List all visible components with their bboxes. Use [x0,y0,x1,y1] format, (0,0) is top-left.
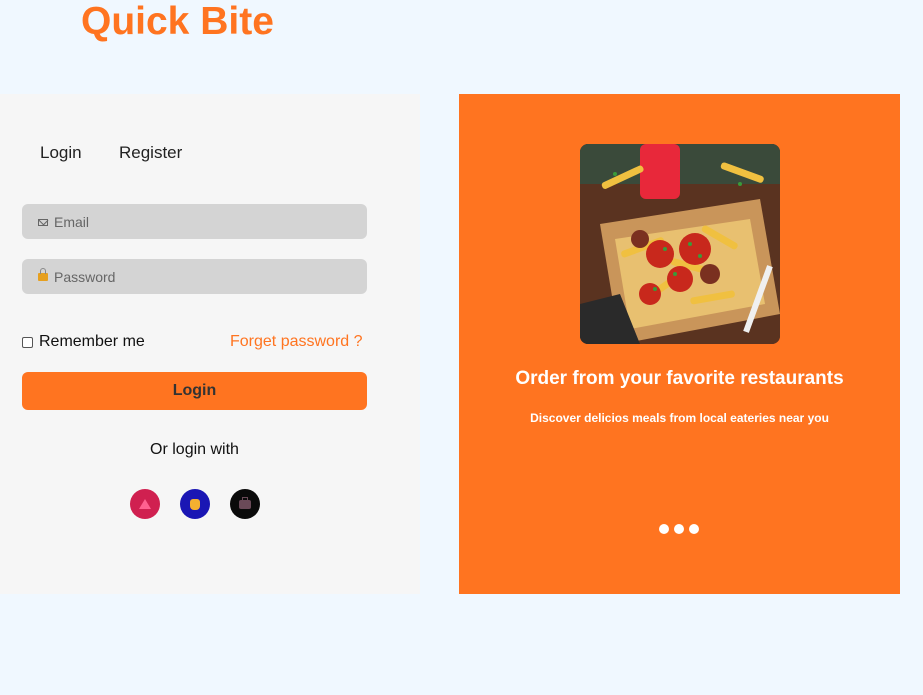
email-field[interactable]: Email [22,204,367,239]
brand-title: Quick Bite [81,0,274,43]
promo-subtitle: Discover delicios meals from local eater… [530,411,829,425]
carousel-dots [659,524,699,534]
page: Quick Bite Login Register Email Password… [0,0,923,695]
promo-panel: Order from your favorite restaurants Dis… [459,94,900,594]
login-button[interactable]: Login [22,372,367,410]
or-login-with-text: Or login with [150,441,239,458]
tab-login[interactable]: Login [40,143,82,163]
remember-me[interactable]: Remember me [22,333,145,351]
social-login-button-3[interactable] [230,489,260,519]
social-app-icon-1 [139,499,151,509]
email-placeholder: Email [54,213,90,230]
lock-icon [38,268,48,283]
remember-me-checkbox[interactable] [22,336,33,348]
password-field[interactable]: Password [22,259,367,294]
remember-me-label: Remember me [39,333,145,350]
social-login-button-1[interactable] [130,489,160,519]
briefcase-icon [239,496,251,509]
food-photo [580,144,780,344]
food-illustration [580,144,780,344]
thumbs-up-icon [190,498,200,510]
promo-title: Order from your favorite restaurants [515,368,844,389]
password-placeholder: Password [54,268,116,285]
tab-register[interactable]: Register [119,143,182,163]
login-card: Login Register Email Password Remember m… [0,94,420,594]
carousel-dot-3[interactable] [689,524,699,534]
carousel-dot-2[interactable] [674,524,684,534]
forget-password-link[interactable]: Forget password ? [230,333,363,351]
carousel-dot-1[interactable] [659,524,669,534]
mail-icon [38,216,48,228]
social-login-button-2[interactable] [180,489,210,519]
